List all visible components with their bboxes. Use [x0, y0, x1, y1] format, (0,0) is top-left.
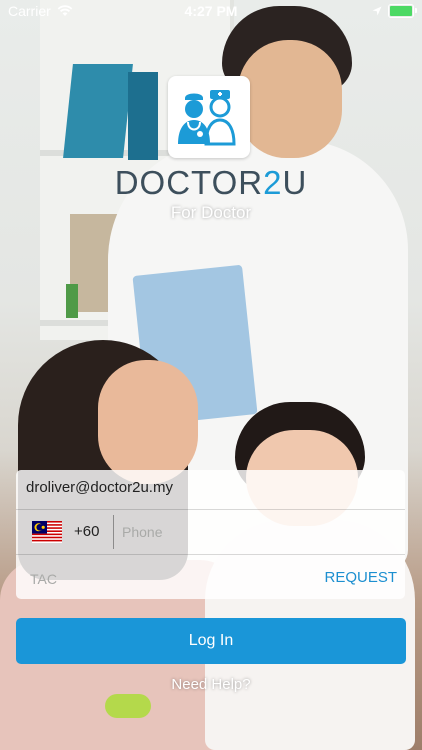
- toy: [105, 694, 151, 718]
- app-subtitle: For Doctor: [170, 203, 252, 222]
- clock: 4:27 PM: [184, 3, 238, 19]
- battery-level: [390, 6, 412, 16]
- doctor-face: [238, 40, 342, 158]
- mother-face: [98, 360, 198, 484]
- location-arrow-icon: [372, 6, 382, 16]
- brand-name: DOCTOR2U: [0, 164, 422, 202]
- divider: [113, 515, 114, 549]
- malaysia-flag-icon[interactable]: [32, 521, 62, 543]
- email-field[interactable]: [24, 478, 398, 497]
- book: [128, 72, 158, 160]
- book: [66, 284, 78, 318]
- doctor-nurse-icon: [178, 90, 236, 146]
- login-form: +60 REQUEST: [16, 470, 405, 599]
- status-indicators: [372, 4, 417, 18]
- need-help-link[interactable]: Need Help?: [0, 676, 422, 693]
- app-logo: [168, 76, 250, 158]
- brand-name-part3: U: [282, 164, 308, 201]
- brand-name-part2: 2: [263, 164, 283, 201]
- tac-row: REQUEST: [16, 555, 405, 599]
- country-code[interactable]: +60: [74, 523, 99, 540]
- phone-field[interactable]: [120, 523, 394, 541]
- phone-row: +60: [16, 510, 405, 555]
- tac-field[interactable]: [28, 570, 292, 588]
- login-screen: Carrier 4:27 PM DOCTOR2U For Doctor drol…: [0, 0, 422, 750]
- request-tac-button[interactable]: REQUEST: [324, 569, 397, 586]
- book: [63, 64, 133, 158]
- status-bar: Carrier 4:27 PM: [0, 0, 422, 22]
- email-row: [16, 470, 405, 510]
- battery-icon: [388, 4, 417, 18]
- login-button[interactable]: Log In: [16, 618, 406, 664]
- brand-name-part1: DOCTOR: [114, 164, 264, 201]
